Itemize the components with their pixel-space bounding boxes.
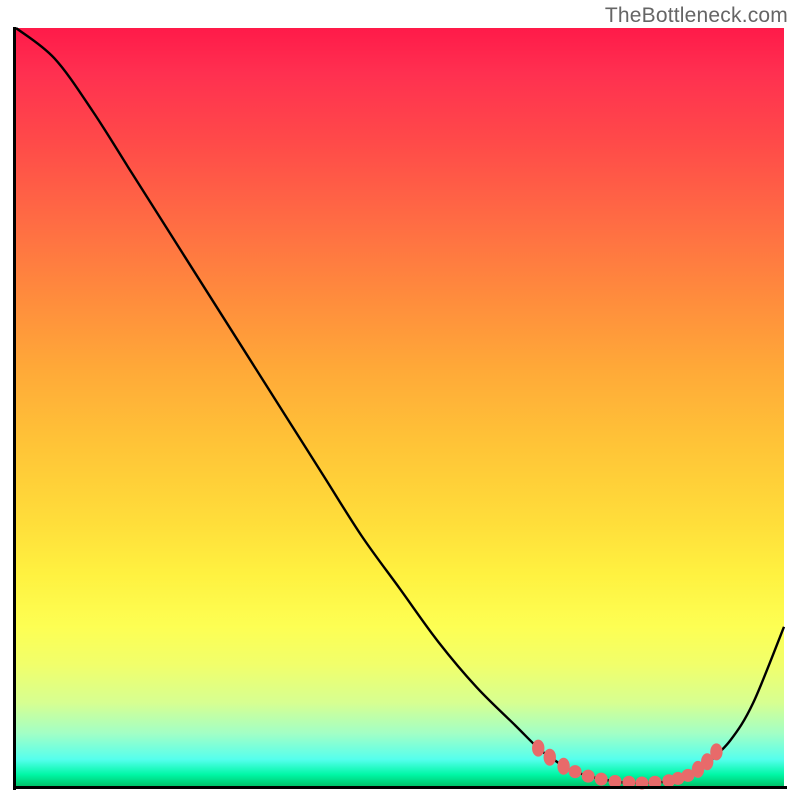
- highlight-marker: [710, 743, 722, 760]
- chart-plot-area: [16, 28, 784, 786]
- bottleneck-curve-line: [16, 28, 784, 783]
- chart-svg: [16, 28, 784, 786]
- y-axis-line: [13, 27, 16, 790]
- attribution-text: TheBottleneck.com: [605, 4, 788, 28]
- highlight-markers-group: [532, 740, 723, 790]
- highlight-marker: [582, 770, 595, 783]
- highlight-marker: [557, 758, 569, 775]
- highlight-marker: [532, 740, 544, 757]
- highlight-marker: [569, 765, 582, 778]
- highlight-marker: [544, 749, 556, 766]
- x-axis-line: [13, 786, 787, 789]
- highlight-marker: [595, 773, 608, 786]
